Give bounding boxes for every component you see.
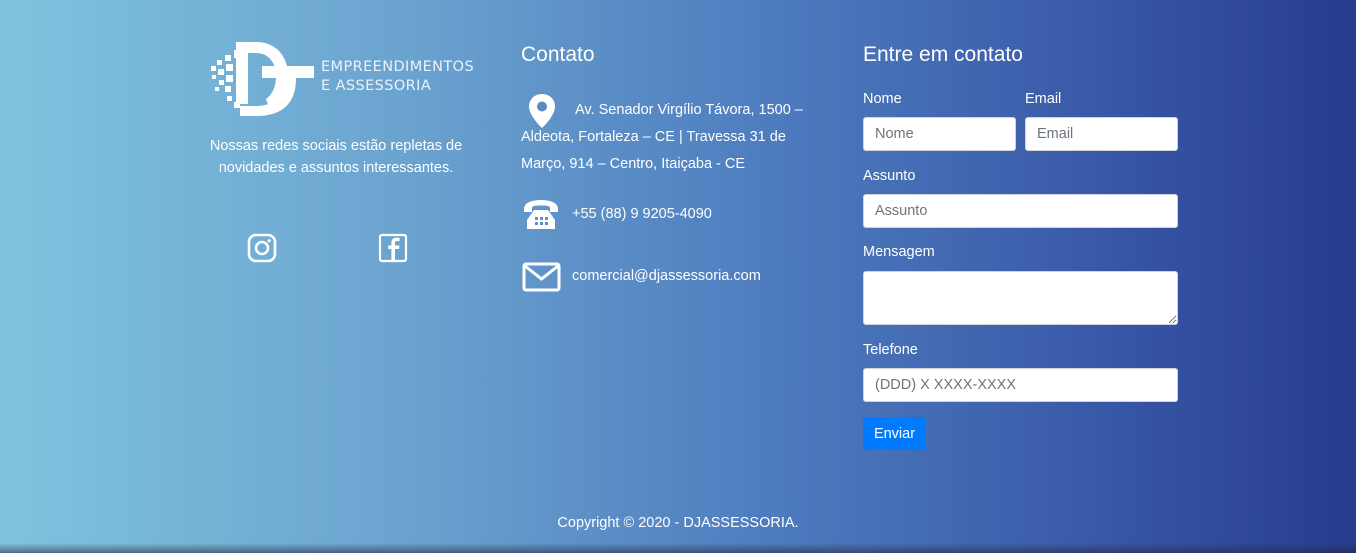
brand-tagline: Nossas redes sociais estão repletas de n… xyxy=(209,138,463,176)
phone-input[interactable] xyxy=(863,368,1178,402)
email-input[interactable] xyxy=(1025,117,1178,151)
submit-button[interactable]: Enviar xyxy=(863,417,926,450)
name-input[interactable] xyxy=(863,117,1016,151)
dj-logo-mark-icon xyxy=(211,42,314,116)
subject-label: Assunto xyxy=(863,168,916,184)
facebook-link[interactable] xyxy=(377,232,409,264)
brand-logo[interactable]: EMPREENDIMENTOS E ASSESSORIA xyxy=(210,42,474,116)
instagram-icon xyxy=(247,233,277,263)
name-label: Nome xyxy=(863,91,902,107)
message-label: Mensagem xyxy=(863,244,935,260)
contact-email[interactable]: comercial@djassessoria.com xyxy=(572,266,761,286)
subject-input[interactable] xyxy=(863,194,1178,228)
envelope-icon xyxy=(522,262,561,292)
contact-title: Contato xyxy=(521,43,595,66)
brand-logo-line1: EMPREENDIMENTOS xyxy=(321,59,475,75)
email-label: Email xyxy=(1025,91,1062,107)
contact-address: Av. Senador Virgílio Távora, 1500 – Alde… xyxy=(521,102,803,172)
form-title: Entre em contato xyxy=(863,43,1023,66)
bottom-shadow xyxy=(0,543,1356,553)
telephone-icon xyxy=(524,200,558,229)
facebook-icon xyxy=(378,233,408,263)
message-textarea[interactable] xyxy=(863,271,1178,325)
contact-phone[interactable]: +55 (88) 9 9205-4090 xyxy=(572,204,712,224)
phone-label: Telefone xyxy=(863,342,918,358)
brand-logo-text: EMPREENDIMENTOS E ASSESSORIA xyxy=(321,58,474,96)
copyright-text: Copyright © 2020 - DJASSESSORIA. xyxy=(557,515,799,531)
instagram-link[interactable] xyxy=(246,232,278,264)
brand-logo-line2: E ASSESSORIA xyxy=(321,78,432,94)
